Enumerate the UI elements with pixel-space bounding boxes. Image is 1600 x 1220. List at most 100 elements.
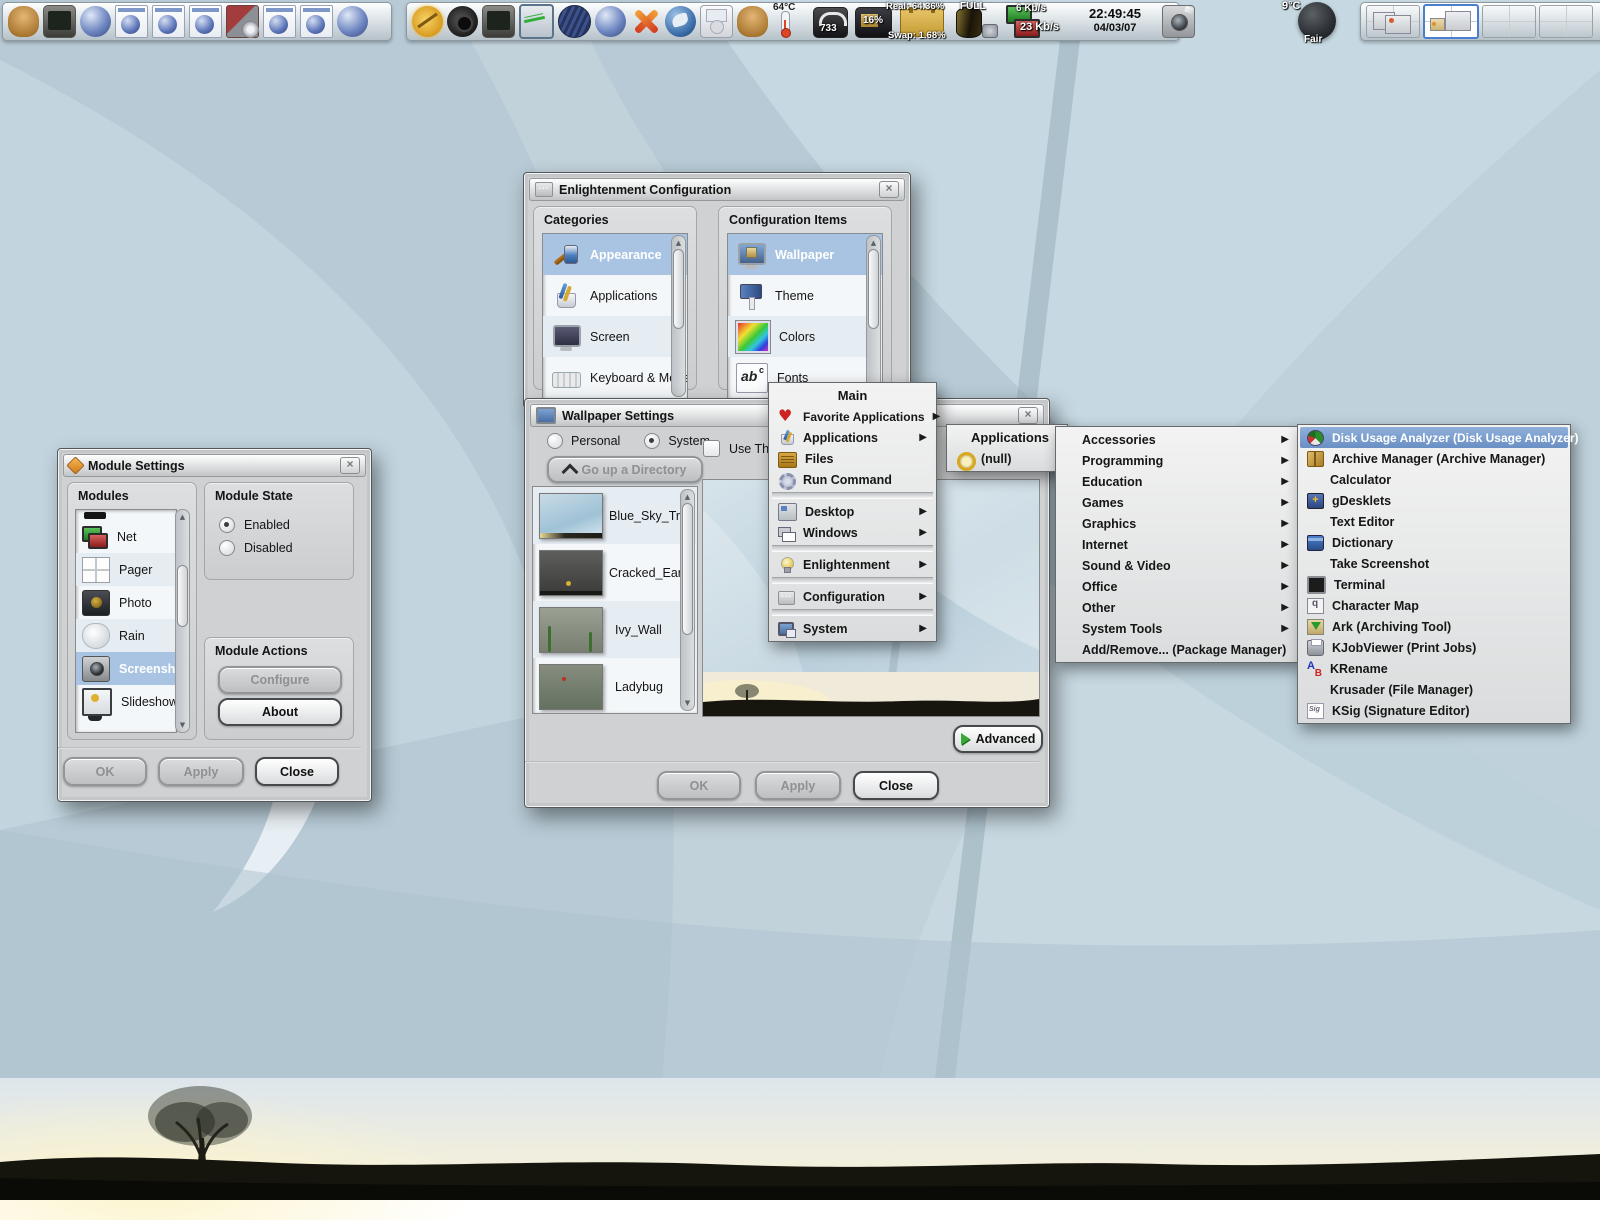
menu-item-disk-usage-analyzer[interactable]: Disk Usage Analyzer (Disk Usage Analyzer… bbox=[1300, 427, 1568, 448]
wallpaper-item-ladybug[interactable]: Ladybug bbox=[533, 658, 697, 714]
package-cd-icon[interactable] bbox=[226, 5, 259, 38]
menu-item-ksig[interactable]: KSig (Signature Editor) bbox=[1300, 700, 1568, 721]
category-item-screen[interactable]: Screen bbox=[543, 316, 687, 357]
menu-item-null[interactable]: (null) bbox=[949, 448, 1065, 469]
go-up-directory-button[interactable]: Go up a Directory bbox=[547, 456, 703, 483]
menu-item-text-editor[interactable]: Text Editor bbox=[1300, 511, 1568, 532]
crt-terminal-icon[interactable] bbox=[43, 5, 76, 38]
menu-item-windows[interactable]: Windows ▶ bbox=[771, 522, 934, 543]
close-icon[interactable]: × bbox=[340, 457, 360, 474]
ok-button[interactable]: OK bbox=[63, 757, 147, 786]
speaker-icon[interactable] bbox=[447, 6, 478, 37]
disabled-radio[interactable] bbox=[219, 540, 235, 556]
memory-gadget[interactable]: Real: 64.36% Swap: 1.68% bbox=[898, 4, 948, 39]
module-item-partial[interactable] bbox=[76, 510, 176, 520]
menu-item-education[interactable]: Education▶ bbox=[1058, 471, 1296, 492]
menu-item-add-remove[interactable]: Add/Remove... (Package Manager) bbox=[1058, 639, 1296, 660]
battery-gadget[interactable]: FULL bbox=[952, 4, 1000, 39]
module-window-titlebar[interactable]: Module Settings × bbox=[63, 454, 366, 477]
menu-item-sound-video[interactable]: Sound & Video▶ bbox=[1058, 555, 1296, 576]
menu-item-internet[interactable]: Internet▶ bbox=[1058, 534, 1296, 555]
globe-icon[interactable] bbox=[595, 6, 626, 37]
module-item-pager[interactable]: Pager bbox=[76, 553, 176, 586]
menu-item-system[interactable]: System ▶ bbox=[771, 618, 934, 639]
rabbit-mascot-icon[interactable] bbox=[8, 6, 39, 37]
fan-gauge-gadget[interactable]: 733 bbox=[812, 4, 850, 39]
module-item-screenshot[interactable]: Screenshot bbox=[76, 652, 176, 685]
web-document-icon[interactable] bbox=[115, 5, 148, 38]
cpu-temp-gadget[interactable]: 64°C bbox=[772, 4, 808, 39]
modules-scrollbar[interactable]: ▲ ▼ bbox=[175, 509, 190, 733]
config-item-theme[interactable]: Theme bbox=[728, 275, 882, 316]
enabled-radio[interactable] bbox=[219, 517, 235, 533]
ok-button[interactable]: OK bbox=[657, 771, 741, 800]
menu-item-games[interactable]: Games▶ bbox=[1058, 492, 1296, 513]
menu-item-applications[interactable]: Applications ▶ bbox=[771, 427, 934, 448]
menu-item-terminal[interactable]: Terminal bbox=[1300, 574, 1568, 595]
category-item-applications[interactable]: Applications bbox=[543, 275, 687, 316]
category-item-appearance[interactable]: Appearance bbox=[543, 234, 687, 275]
module-item-photo[interactable]: Photo bbox=[76, 586, 176, 619]
menu-item-kjobviewer[interactable]: KJobViewer (Print Jobs) bbox=[1300, 637, 1568, 658]
menu-item-accessories[interactable]: Accessories▶ bbox=[1058, 429, 1296, 450]
menu-item-system-tools[interactable]: System Tools▶ bbox=[1058, 618, 1296, 639]
wallpaper-item-ivy-wall[interactable]: Ivy_Wall bbox=[533, 601, 697, 658]
config-window-titlebar[interactable]: ... Enlightenment Configuration × bbox=[529, 178, 905, 201]
menu-item-configuration[interactable]: ... Configuration ▶ bbox=[771, 586, 934, 607]
module-item-rain[interactable]: Rain bbox=[76, 619, 176, 652]
use-theme-checkbox[interactable] bbox=[703, 440, 720, 457]
system-radio[interactable] bbox=[644, 433, 660, 449]
personal-radio[interactable] bbox=[547, 433, 563, 449]
menu-item-take-screenshot[interactable]: Take Screenshot bbox=[1300, 553, 1568, 574]
globe-icon[interactable] bbox=[337, 6, 368, 37]
menu-item-ark[interactable]: Ark (Archiving Tool) bbox=[1300, 616, 1568, 637]
config-item-colors[interactable]: Colors bbox=[728, 316, 882, 357]
menu-item-gdesklets[interactable]: + gDesklets bbox=[1300, 490, 1568, 511]
menu-item-archive-manager[interactable]: Archive Manager (Archive Manager) bbox=[1300, 448, 1568, 469]
network-gadget[interactable]: 6 Kb/s 23 Kb/s bbox=[1004, 4, 1068, 39]
screenshot-camera-icon[interactable] bbox=[1162, 5, 1195, 38]
wallpaper-item-cracked-earth[interactable]: Cracked_Earth bbox=[533, 544, 697, 601]
network-sphere-icon[interactable] bbox=[558, 5, 591, 38]
pager-desktop-2-active[interactable] bbox=[1423, 4, 1479, 39]
xchat-icon[interactable] bbox=[630, 6, 661, 37]
pager-desktop-3[interactable] bbox=[1482, 5, 1536, 38]
advanced-button[interactable]: Advanced bbox=[953, 725, 1043, 753]
apply-button[interactable]: Apply bbox=[755, 771, 841, 800]
menu-item-files[interactable]: Files bbox=[771, 448, 934, 469]
configuration-items-scrollbar[interactable]: ▲ bbox=[866, 235, 881, 397]
module-item-slideshow[interactable]: Slideshow bbox=[76, 685, 176, 718]
menu-item-krusader[interactable]: Krusader (File Manager) bbox=[1300, 679, 1568, 700]
menu-item-graphics[interactable]: Graphics▶ bbox=[1058, 513, 1296, 534]
wallpaper-list-scrollbar[interactable]: ▲ ▼ bbox=[680, 489, 695, 711]
wolf-browser-icon[interactable] bbox=[665, 6, 696, 37]
web-document-icon[interactable] bbox=[263, 5, 296, 38]
menu-item-favorite-applications[interactable]: Favorite Applications ▶ bbox=[771, 406, 934, 427]
web-document-icon[interactable] bbox=[152, 5, 185, 38]
terminal-icon[interactable] bbox=[482, 5, 515, 38]
clock-gadget[interactable]: 22:49:45 04/03/07 bbox=[1072, 4, 1158, 39]
globe-icon[interactable] bbox=[80, 6, 111, 37]
activity-monitor-icon[interactable] bbox=[519, 4, 554, 39]
menu-item-office[interactable]: Office▶ bbox=[1058, 576, 1296, 597]
menu-item-dictionary[interactable]: Dictionary bbox=[1300, 532, 1568, 553]
wallpaper-item-blue-sky-tree[interactable]: Blue_Sky_Tree bbox=[533, 487, 697, 544]
menu-item-desktop[interactable]: Desktop ▶ bbox=[771, 501, 934, 522]
ipod-icon[interactable] bbox=[700, 5, 733, 38]
menu-item-krename[interactable]: KRename bbox=[1300, 658, 1568, 679]
menu-item-other[interactable]: Other▶ bbox=[1058, 597, 1296, 618]
menu-item-character-map[interactable]: Character Map bbox=[1300, 595, 1568, 616]
configure-button[interactable]: Configure bbox=[218, 666, 342, 694]
close-icon[interactable]: × bbox=[1018, 407, 1038, 424]
close-button[interactable]: Close bbox=[853, 771, 939, 800]
menu-item-calculator[interactable]: Calculator bbox=[1300, 469, 1568, 490]
web-document-icon[interactable] bbox=[189, 5, 222, 38]
close-icon[interactable]: × bbox=[879, 181, 899, 198]
rabbit-mascot-icon[interactable] bbox=[737, 6, 768, 37]
pager-desktop-4[interactable] bbox=[1539, 5, 1593, 38]
close-button[interactable]: Close bbox=[255, 757, 339, 786]
module-item-net[interactable]: Net bbox=[76, 520, 176, 553]
about-button[interactable]: About bbox=[218, 698, 342, 726]
config-item-wallpaper[interactable]: Wallpaper bbox=[728, 234, 882, 275]
apply-button[interactable]: Apply bbox=[158, 757, 244, 786]
